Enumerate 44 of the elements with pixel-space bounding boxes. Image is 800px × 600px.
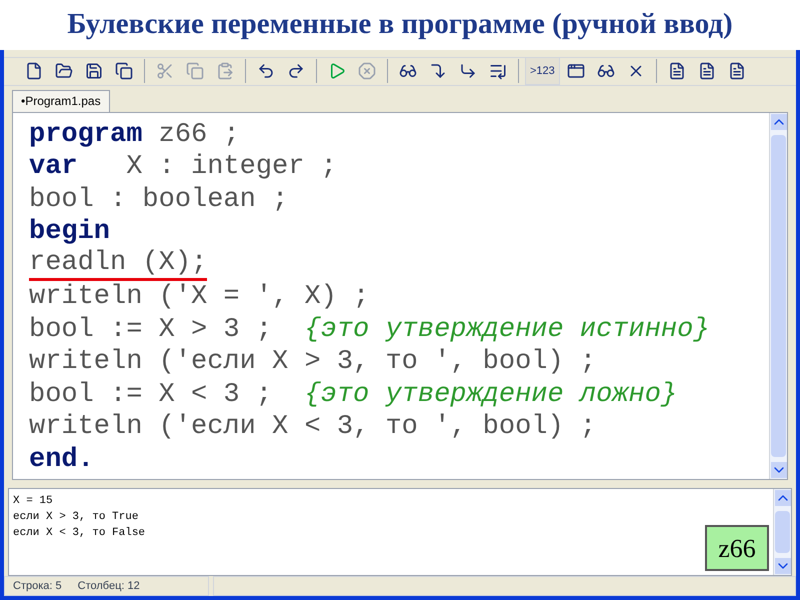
- folder-icon: [55, 62, 73, 80]
- output-toggle-button[interactable]: >123: [525, 57, 560, 86]
- code-line: writeln ('если X < 3, то ', bool) ;: [29, 411, 596, 444]
- step-arrow-icon: [429, 62, 447, 80]
- output-line: если X < 3, то False: [13, 526, 146, 542]
- save-all-icon: [115, 62, 133, 80]
- paste-icon: [216, 62, 234, 80]
- scissors-icon: [156, 62, 174, 80]
- output-line: X = 15: [13, 494, 53, 510]
- code-line: var X : integer ;: [29, 151, 337, 184]
- list-arrow-icon: [489, 62, 507, 80]
- code-line: begin: [29, 216, 110, 249]
- document-icon: [728, 62, 746, 80]
- window-icon: [566, 62, 585, 80]
- output-line: если X > 3, то True: [13, 510, 138, 526]
- code-line: program z66 ;: [29, 118, 240, 152]
- new-file-icon: [25, 62, 43, 80]
- code-line: writeln ('X = ', X) ;: [29, 281, 370, 314]
- column-status: Столбец: 12: [78, 578, 140, 594]
- code-line: bool : boolean ;: [29, 184, 288, 216]
- stop-icon: [358, 62, 376, 80]
- slide-title: Булевские переменные в программе (ручной ввод): [66, 7, 734, 42]
- output-scrollbar[interactable]: [773, 489, 791, 576]
- code-line: bool := X > 3 ; {это утверждение истинно}: [29, 314, 710, 346]
- document-icon: [698, 62, 716, 80]
- editor-scrollbar[interactable]: [769, 112, 787, 480]
- code-line: bool := X < 3 ; {это утверждение ложно}: [29, 378, 678, 412]
- scroll-down-icon: [771, 462, 787, 478]
- code-line: readln (X);: [29, 248, 208, 282]
- document-icon: [668, 62, 686, 80]
- scroll-up-icon: [775, 490, 791, 506]
- play-icon: [328, 62, 346, 80]
- scroll-down-icon: [775, 558, 791, 574]
- scroll-up-icon: [771, 114, 787, 130]
- file-tab[interactable]: •Program1.pas: [12, 90, 110, 112]
- program-badge: z66: [705, 525, 769, 572]
- code-line: end.: [29, 444, 94, 476]
- copy-icon: [186, 62, 204, 80]
- line-status: Строка: 5: [13, 578, 62, 594]
- step-over-arrow-icon: [459, 62, 477, 80]
- redo-icon: [287, 62, 305, 80]
- undo-icon: [257, 62, 275, 80]
- save-icon: [85, 62, 103, 80]
- code-line: writeln ('если X > 3, то ', bool) ;: [29, 346, 596, 379]
